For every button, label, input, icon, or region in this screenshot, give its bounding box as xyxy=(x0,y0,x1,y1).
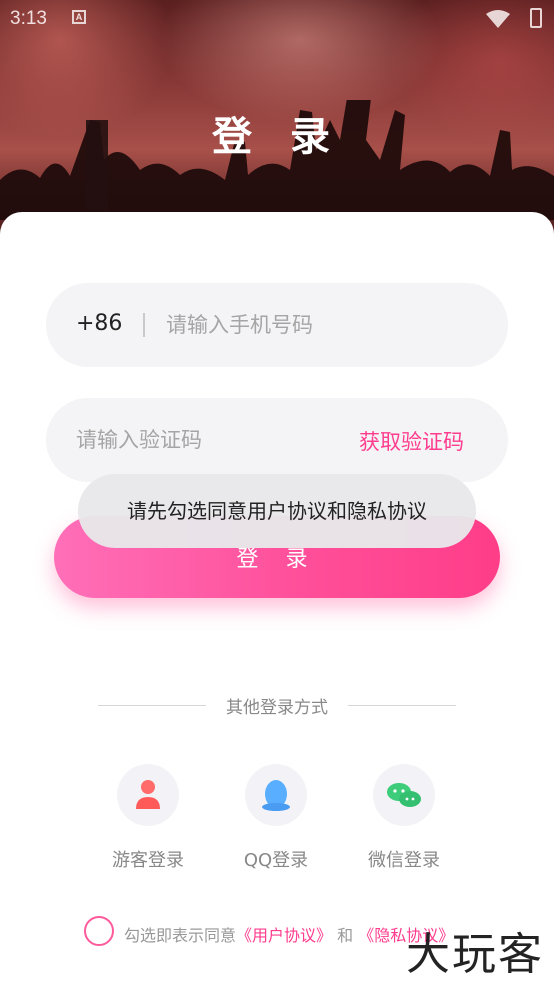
agreement-checkbox[interactable] xyxy=(84,916,114,946)
agreement-text: 勾选即表示同意《用户协议》 和 《隐私协议》 xyxy=(124,922,454,946)
user-icon xyxy=(136,780,160,809)
field-divider xyxy=(143,313,145,337)
notification-icon: A xyxy=(72,10,86,24)
user-agreement-link[interactable]: 《用户协议》 xyxy=(236,926,332,945)
code-field: 获取验证码 xyxy=(46,398,508,482)
qq-login-label: QQ登录 xyxy=(243,850,309,871)
wechat-login-label: 微信登录 xyxy=(368,850,440,871)
divider-right xyxy=(348,705,456,706)
page-title: 登 录 xyxy=(212,114,342,160)
country-code[interactable]: +86 xyxy=(76,311,122,336)
agreement-and: 和 xyxy=(337,926,354,945)
watermark: 大玩客 xyxy=(406,929,544,980)
agreement-prefix: 勾选即表示同意 xyxy=(124,926,237,945)
qq-icon-circle xyxy=(245,764,307,826)
wechat-icon xyxy=(387,783,421,807)
status-bar: 3:13 A xyxy=(0,0,554,36)
toast-message: 请先勾选同意用户协议和隐私协议 xyxy=(78,474,476,548)
guest-login-button[interactable]: 游客登录 xyxy=(88,764,208,872)
get-code-button[interactable]: 获取验证码 xyxy=(359,426,464,456)
status-time: 3:13 xyxy=(10,8,47,29)
wechat-icon-circle xyxy=(373,764,435,826)
code-input[interactable] xyxy=(76,422,336,458)
wifi-icon xyxy=(486,10,510,28)
phone-input[interactable] xyxy=(166,307,486,343)
qq-login-button[interactable]: QQ登录 xyxy=(216,764,336,872)
phone-field: +86 xyxy=(46,283,508,367)
wechat-login-button[interactable]: 微信登录 xyxy=(344,764,464,872)
guest-login-label: 游客登录 xyxy=(112,850,184,871)
other-login-title: 其他登录方式 xyxy=(226,698,328,718)
guest-icon-circle xyxy=(117,764,179,826)
qq-icon xyxy=(262,780,290,811)
battery-icon xyxy=(530,8,542,28)
